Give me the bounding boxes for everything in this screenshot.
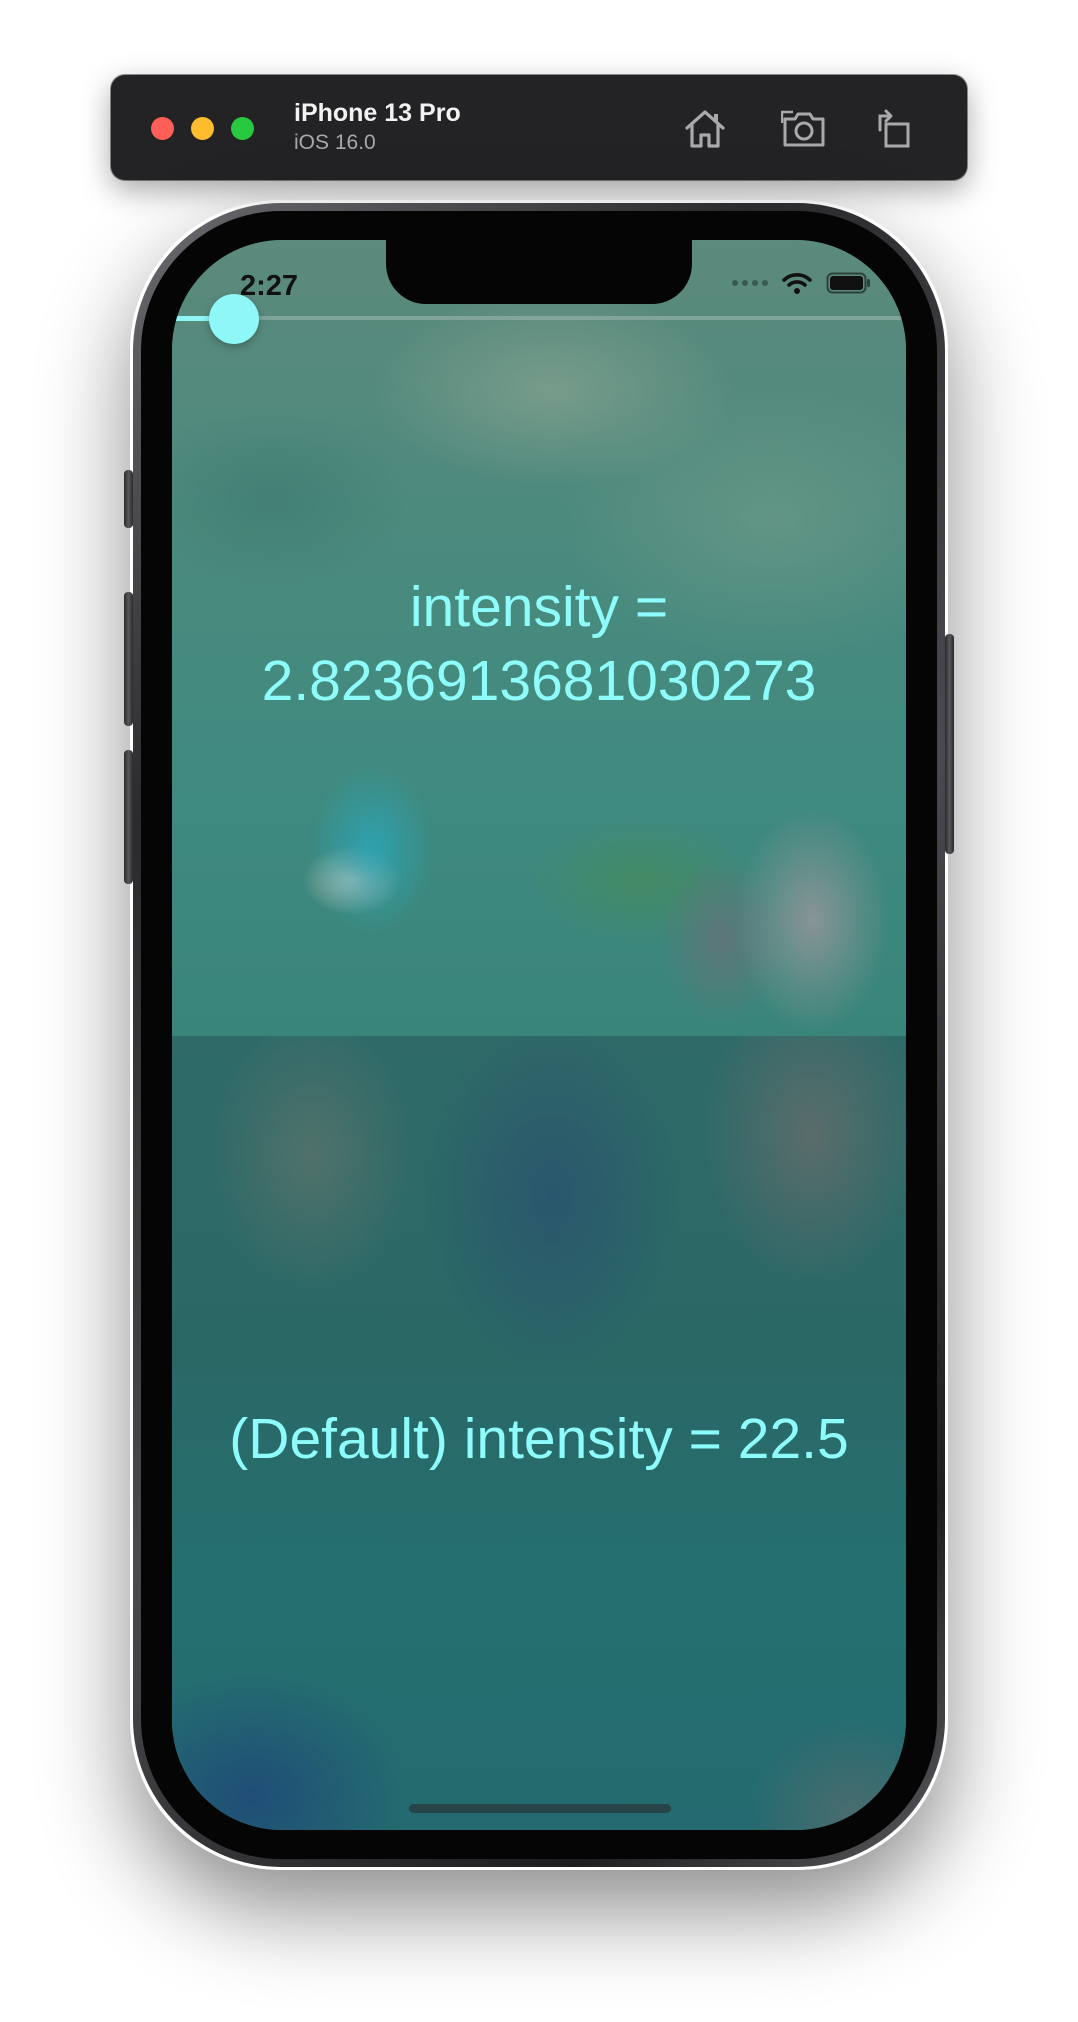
mute-switch bbox=[124, 470, 133, 528]
intensity-label-line1: intensity = bbox=[409, 575, 669, 639]
side-button bbox=[945, 634, 954, 854]
volume-up-button bbox=[124, 592, 133, 726]
intensity-value: 2.8236913681030273 bbox=[261, 649, 817, 713]
volume-down-button bbox=[124, 750, 133, 884]
device-name: iPhone 13 Pro bbox=[294, 99, 461, 127]
signal-icon bbox=[732, 280, 768, 286]
default-intensity-label: (Default) intensity = 22.5 bbox=[229, 1407, 849, 1471]
close-window-button[interactable] bbox=[151, 117, 174, 140]
intensity-slider[interactable] bbox=[172, 294, 906, 344]
house-icon bbox=[685, 110, 725, 148]
zoom-window-button[interactable] bbox=[231, 117, 254, 140]
rotate-icon bbox=[878, 109, 910, 148]
screenshot-button[interactable] bbox=[778, 103, 830, 155]
status-icons bbox=[732, 272, 872, 294]
device-screen: 2:27 intensity = 2.8236913681030273 (Def… bbox=[172, 240, 906, 1830]
home-indicator bbox=[409, 1804, 671, 1813]
intensity-label: intensity = 2.8236913681030273 bbox=[172, 570, 906, 718]
rotate-button[interactable] bbox=[868, 103, 920, 155]
simulator-toolbar: iPhone 13 Pro iOS 16.0 bbox=[111, 75, 967, 180]
slider-thumb[interactable] bbox=[209, 294, 260, 344]
minimize-window-button[interactable] bbox=[191, 117, 214, 140]
battery-icon bbox=[826, 272, 870, 294]
slider-track bbox=[172, 316, 906, 320]
device-os-version: iOS 16.0 bbox=[294, 131, 376, 154]
wifi-icon bbox=[782, 273, 812, 294]
home-button[interactable] bbox=[679, 103, 731, 155]
camera-icon bbox=[781, 110, 825, 147]
